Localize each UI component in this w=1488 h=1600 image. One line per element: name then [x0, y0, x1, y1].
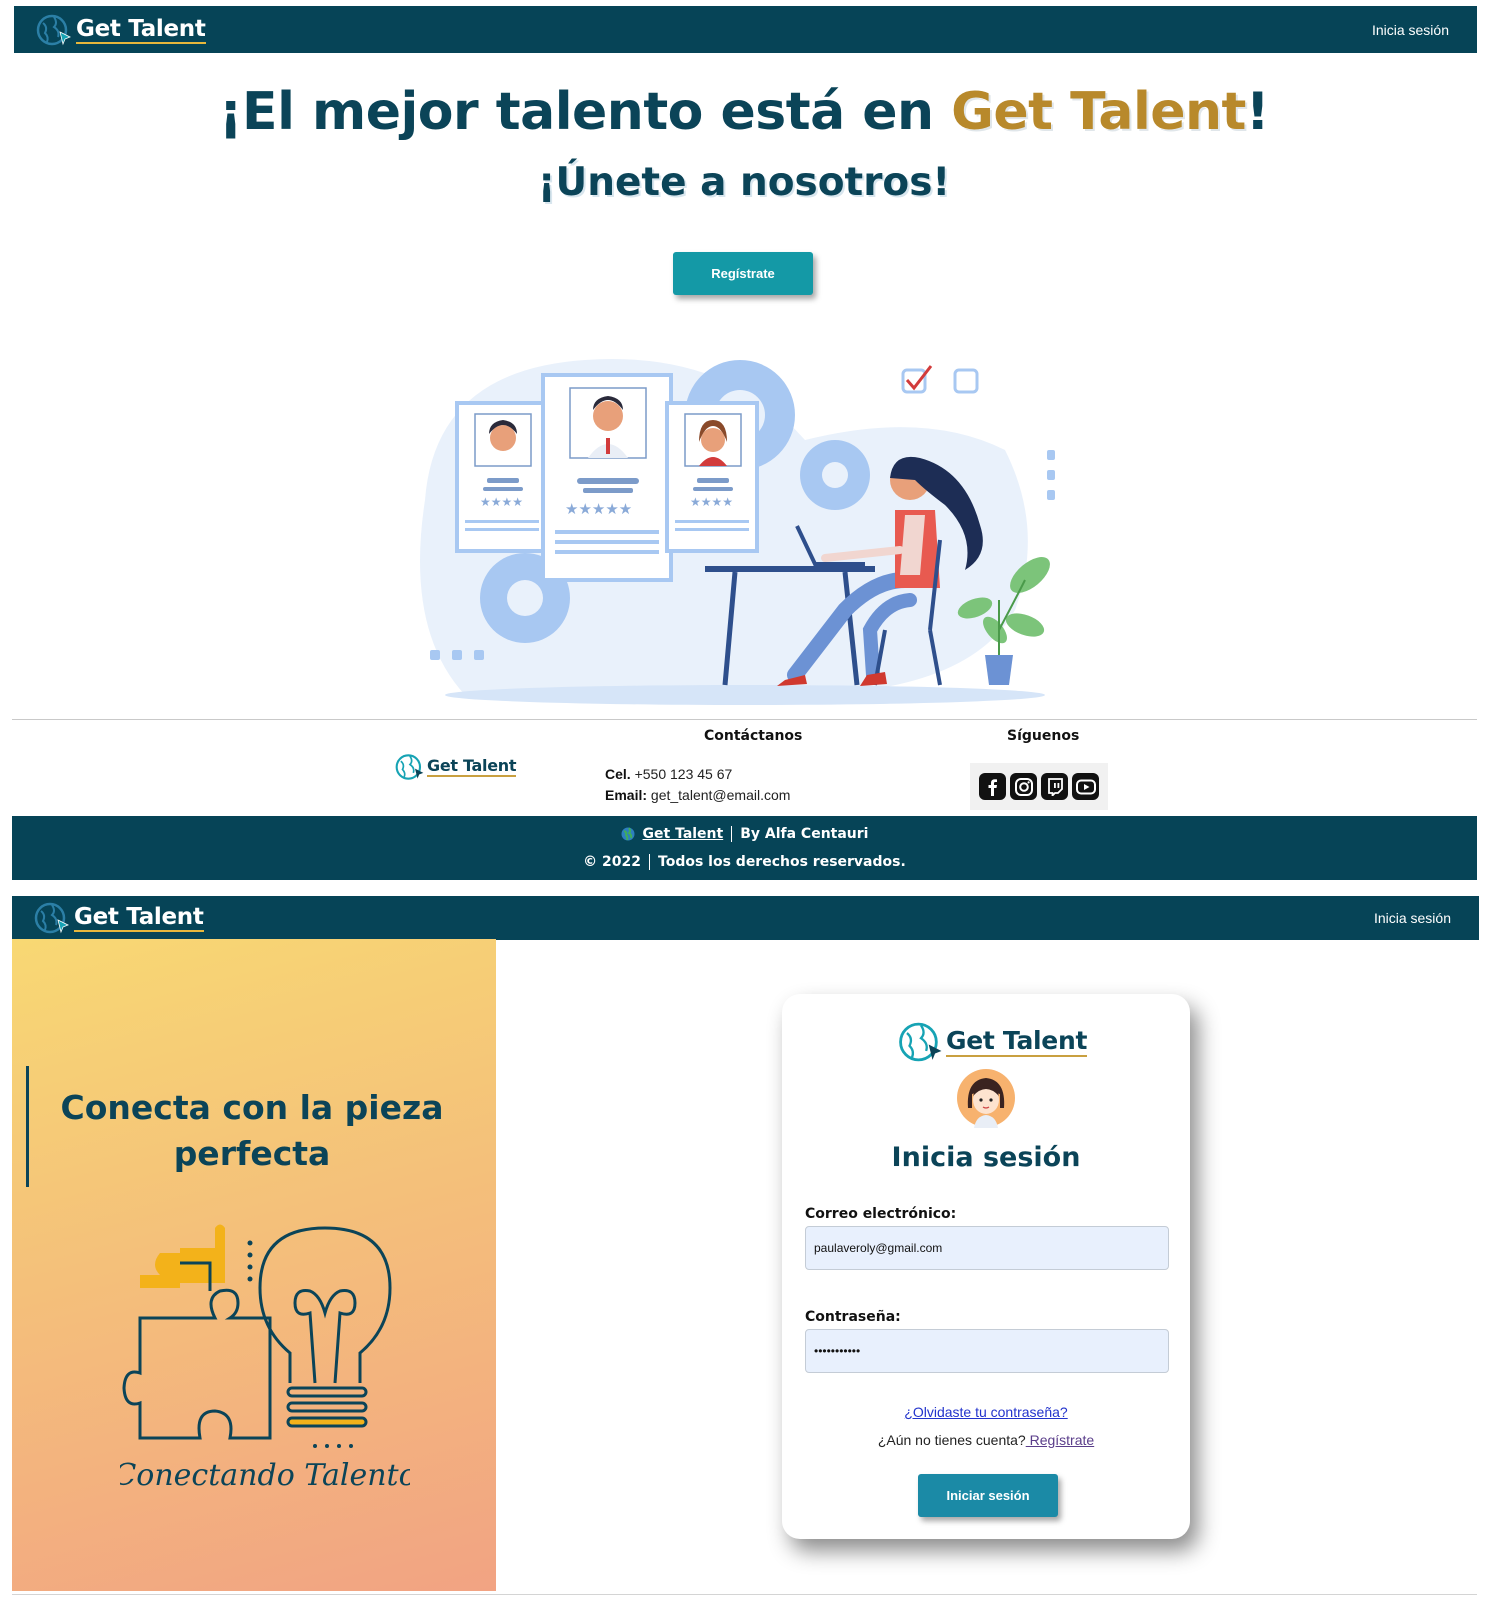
- no-account-text: ¿Aún no tienes cuenta?: [877, 1432, 1026, 1448]
- svg-text:★★★★: ★★★★: [480, 495, 523, 509]
- globe-icon: [621, 827, 635, 841]
- card-brand-name: Get Talent: [946, 1026, 1088, 1057]
- youtube-icon[interactable]: [1072, 773, 1099, 800]
- hero-title-suffix: !: [1245, 82, 1270, 142]
- brand-logo[interactable]: Get Talent: [34, 901, 204, 935]
- no-account-line: ¿Aún no tienes cuenta? Regístrate: [782, 1432, 1190, 1448]
- recruitment-illustration: ★★★★ ★★★★★ ★★★★: [420, 359, 1055, 705]
- register-link[interactable]: Regístrate: [1026, 1432, 1095, 1448]
- facebook-icon[interactable]: [979, 773, 1006, 800]
- login-card: Get Talent Inicia sesión Correo electrón…: [782, 994, 1190, 1539]
- password-input[interactable]: [805, 1329, 1169, 1373]
- hero-title: ¡El mejor talento está en Get Talent!: [0, 82, 1488, 142]
- hero-subtitle: ¡Únete a nosotros!: [537, 160, 951, 205]
- footer-divider: [12, 719, 1477, 720]
- bottom-bar: Get Talent By Alfa Centauri © 2022 Todos…: [12, 816, 1477, 880]
- login-submit-button[interactable]: Iniciar sesión: [918, 1474, 1058, 1517]
- footer-brand-name: Get Talent: [427, 756, 517, 777]
- separator: [649, 854, 651, 870]
- follow-heading: Síguenos: [1007, 728, 1080, 744]
- bottom-bar-copyright: © 2022 Todos los derechos reservados.: [12, 854, 1477, 870]
- contact-heading: Contáctanos: [704, 728, 803, 744]
- register-button[interactable]: Regístrate: [673, 252, 813, 295]
- email-label: Correo electrónico:: [805, 1206, 957, 1222]
- globe-cursor-icon: [395, 754, 424, 780]
- login-navbar: Get Talent Inicia sesión: [12, 896, 1479, 940]
- user-avatar: [957, 1069, 1015, 1128]
- rights: Todos los derechos reservados.: [658, 854, 906, 870]
- footer-brand-link[interactable]: Get Talent: [643, 826, 724, 842]
- email-value: get_talent@email.com: [650, 787, 791, 803]
- hero-title-brand: Get Talent: [951, 82, 1246, 142]
- brand-name: Get Talent: [74, 904, 204, 932]
- puzzle-lightbulb-illustration: Conectando Talento: [120, 1224, 410, 1493]
- social-icons: [970, 763, 1108, 810]
- nav-login-link[interactable]: Inicia sesión: [1372, 22, 1449, 38]
- panel-accent-bar: [26, 1066, 29, 1187]
- globe-cursor-icon: [899, 1022, 942, 1062]
- email-input[interactable]: [805, 1226, 1169, 1270]
- card-brand-logo: Get Talent: [898, 1020, 1087, 1064]
- instagram-icon[interactable]: [1010, 773, 1037, 800]
- login-side-panel: Conecta con la pieza perfecta Conectando…: [12, 939, 496, 1591]
- separator: [731, 826, 733, 842]
- footer-brand-logo[interactable]: Get Talent: [395, 752, 517, 782]
- card-title: Inicia sesión: [891, 1142, 1081, 1173]
- brand-name: Get Talent: [76, 15, 206, 44]
- phone-label: Cel.: [605, 766, 631, 782]
- brand-logo[interactable]: Get Talent: [36, 13, 206, 47]
- globe-cursor-icon: [36, 14, 71, 45]
- hero-title-prefix: ¡El mejor talento está en: [218, 82, 952, 142]
- phone-value: +550 123 45 67: [634, 766, 733, 782]
- copyright: © 2022: [583, 854, 642, 870]
- top-navbar: Get Talent Inicia sesión: [14, 6, 1477, 53]
- page-bottom-divider: [12, 1594, 1477, 1595]
- email-label: Email:: [605, 787, 648, 803]
- nav-login-link[interactable]: Inicia sesión: [1374, 910, 1451, 926]
- globe-cursor-icon: [34, 902, 69, 934]
- bottom-bar-credits: Get Talent By Alfa Centauri: [12, 826, 1477, 842]
- password-label: Contraseña:: [805, 1309, 901, 1325]
- forgot-password-link[interactable]: ¿Olvidaste tu contraseña?: [782, 1404, 1190, 1420]
- svg-text:★★★★★: ★★★★★: [565, 500, 632, 518]
- svg-text:★★★★: ★★★★: [690, 495, 733, 509]
- contact-phone: Cel. +550 123 45 67: [605, 766, 732, 782]
- byline: By Alfa Centauri: [740, 826, 869, 842]
- contact-email: Email: get_talent@email.com: [605, 787, 790, 803]
- panel-tagline: Conectando Talento: [120, 1458, 410, 1493]
- panel-title: Conecta con la pieza perfecta: [60, 1088, 444, 1173]
- twitch-icon[interactable]: [1041, 773, 1068, 800]
